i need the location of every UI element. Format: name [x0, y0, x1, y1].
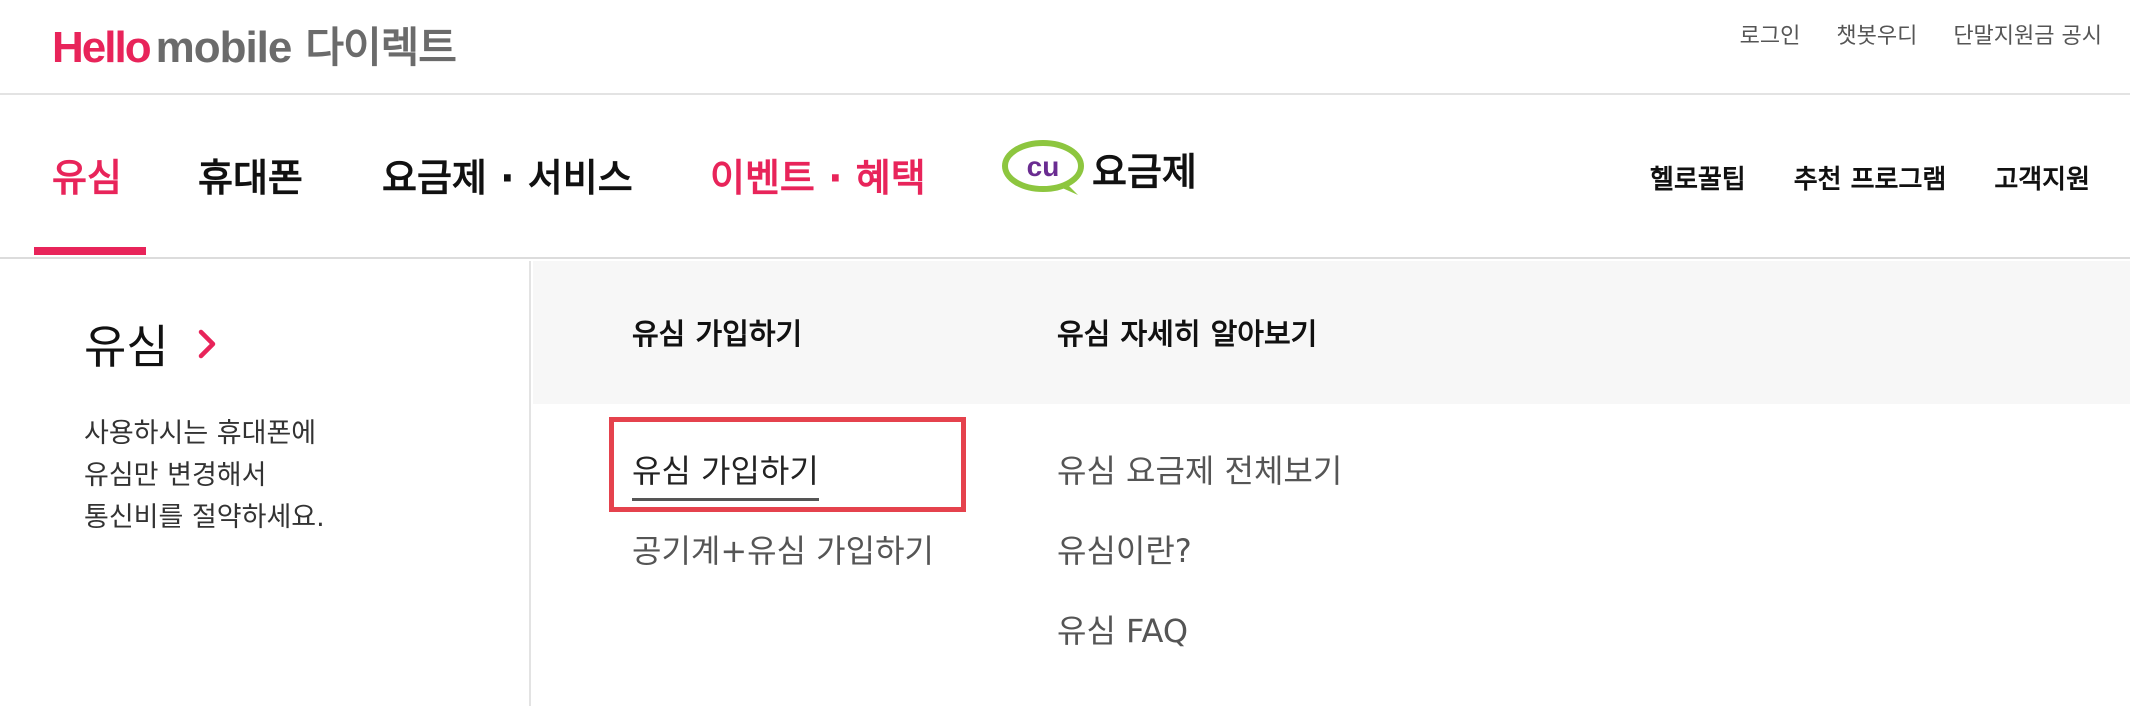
column-header-band: 유심 가입하기 유심 자세히 알아보기	[533, 261, 2130, 404]
usim-plans-all-link[interactable]: 유심 요금제 전체보기	[1057, 446, 1342, 492]
device-usim-join-link[interactable]: 공기계+유심 가입하기	[632, 526, 934, 572]
column-heading-details: 유심 자세히 알아보기	[1057, 317, 1318, 351]
gnb-right-links: 헬로꿀팁 추천 프로그램 고객지원	[1650, 159, 2090, 196]
logo-direct: 다이렉트	[305, 23, 457, 72]
logo-mobile: mobile	[155, 23, 293, 72]
mega-menu-links: 유심 가입하기 유심 자세히 알아보기 유심 가입하기 공기계+유심 가입하기 …	[533, 261, 2130, 706]
usim-join-link[interactable]: 유심 가입하기	[632, 446, 819, 501]
gnb-cu-plans[interactable]: cu 요금제	[1000, 139, 1197, 197]
login-link[interactable]: 로그인	[1740, 18, 1801, 50]
column-heading-join: 유심 가입하기	[632, 317, 803, 351]
description-line: 유심만 변경해서	[84, 460, 267, 491]
gnb-phone[interactable]: 휴대폰	[198, 147, 303, 202]
gnb-events-benefits[interactable]: 이벤트 · 혜택	[710, 147, 926, 202]
what-is-usim-link[interactable]: 유심이란?	[1057, 526, 1192, 572]
global-nav: 유심 휴대폰 요금제 · 서비스 이벤트 · 혜택 cu 요금제 헬로꿀팁 추천…	[0, 97, 2130, 259]
chevron-right-icon	[198, 329, 215, 359]
mega-menu: 유심 사용하시는 휴대폰에 유심만 변경해서 통신비를 절약하세요. 유심 가입…	[0, 261, 2130, 706]
description-line: 사용하시는 휴대폰에	[84, 418, 317, 449]
cu-logo-text: cu	[1027, 151, 1060, 182]
usim-title: 유심	[84, 320, 169, 374]
active-tab-indicator	[34, 247, 146, 255]
usim-faq-link[interactable]: 유심 FAQ	[1057, 606, 1188, 652]
usim-join-link-label: 유심 가입하기	[632, 452, 819, 490]
usim-description: 사용하시는 휴대폰에 유심만 변경해서 통신비를 절약하세요.	[84, 413, 325, 539]
brand-logo[interactable]: Hello mobile 다이렉트	[52, 14, 457, 74]
active-link-underline	[632, 498, 819, 501]
usim-title-link[interactable]: 유심	[84, 311, 217, 377]
utility-nav: 로그인 챗봇우디 단말지원금 공시	[1740, 18, 2102, 50]
cu-logo-icon: cu	[1000, 139, 1086, 197]
top-bar: Hello mobile 다이렉트 로그인 챗봇우디 단말지원금 공시	[0, 0, 2130, 95]
referral-program-link[interactable]: 추천 프로그램	[1794, 159, 1947, 196]
description-line: 통신비를 절약하세요.	[84, 502, 325, 533]
subsidy-notice-link[interactable]: 단말지원금 공시	[1953, 18, 2102, 50]
gnb-plans-services[interactable]: 요금제 · 서비스	[382, 147, 633, 202]
mega-menu-intro: 유심 사용하시는 휴대폰에 유심만 변경해서 통신비를 절약하세요.	[0, 261, 531, 706]
gnb-usim[interactable]: 유심	[52, 147, 122, 202]
customer-support-link[interactable]: 고객지원	[1994, 159, 2090, 196]
chatbot-link[interactable]: 챗봇우디	[1836, 18, 1917, 50]
logo-hello: Hello	[52, 23, 152, 72]
honey-tips-link[interactable]: 헬로꿀팁	[1650, 159, 1746, 196]
cu-plans-label: 요금제	[1092, 149, 1197, 194]
